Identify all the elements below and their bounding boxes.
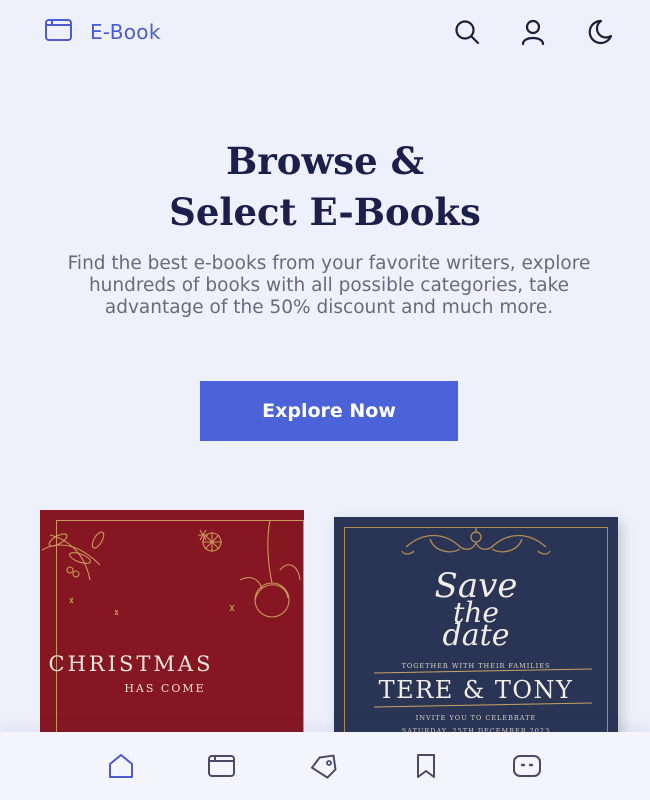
book-cover-christmas[interactable] xyxy=(40,510,304,760)
hero-description: Find the best e-books from your favorite… xyxy=(67,253,591,318)
book-icon xyxy=(208,755,236,777)
nav-messages[interactable] xyxy=(507,746,547,786)
book-subtitle: HAS COME xyxy=(124,682,206,695)
chat-icon xyxy=(513,755,542,777)
nav-library[interactable] xyxy=(202,746,242,786)
home-icon xyxy=(108,754,133,778)
invite-text-bottom: INVITE YOU TO CELEBRATE xyxy=(415,714,537,722)
book-title: CHRISTMAS xyxy=(48,652,214,676)
hero-title: Browse & Select E-Books xyxy=(0,136,650,238)
brand-name: E-Book xyxy=(90,20,161,44)
hero-title-line: Select E-Books xyxy=(169,190,481,234)
book-icon xyxy=(44,17,74,48)
invite-text-top: TOGETHER WITH THEIR FAMILIES xyxy=(401,662,551,670)
header-actions xyxy=(452,17,614,47)
bottom-navigation xyxy=(0,732,650,800)
search-icon[interactable] xyxy=(452,17,482,47)
moon-icon[interactable] xyxy=(584,17,614,47)
top-header: E-Book xyxy=(0,0,650,64)
bookmark-icon xyxy=(416,754,435,778)
couple-names: TERE & TONY xyxy=(378,676,574,704)
explore-now-button[interactable]: Explore Now xyxy=(200,381,458,441)
tag-icon xyxy=(310,754,337,779)
hero-title-line: Browse & xyxy=(226,139,424,183)
script-date: date xyxy=(442,618,510,653)
nav-home[interactable] xyxy=(101,746,141,786)
nav-offers[interactable] xyxy=(304,746,344,786)
nav-bookmarks[interactable] xyxy=(406,746,446,786)
brand-logo[interactable]: E-Book xyxy=(44,17,161,48)
user-icon[interactable] xyxy=(518,17,548,47)
ornament-illustration xyxy=(41,519,301,618)
